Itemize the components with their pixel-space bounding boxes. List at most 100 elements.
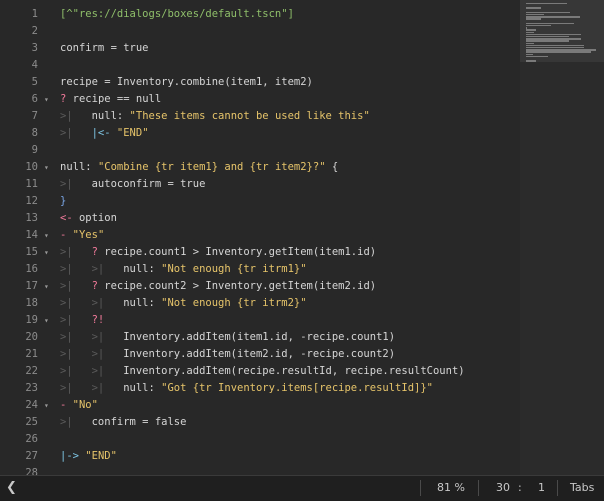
minimap-line [526,31,534,33]
code-token: <- [60,212,79,224]
chevron-left-icon[interactable]: ❮ [6,476,17,500]
code-line[interactable]: 26 [0,431,520,448]
code-line[interactable]: 2 [0,23,520,40]
code-line[interactable]: 1 [^"res://dialogs/boxes/default.tscn"] [0,6,520,23]
code-line[interactable]: 9 [0,142,520,159]
code-line[interactable]: 3 confirm = true [0,40,520,57]
line-number-gutter: 18 [25,297,38,309]
chevron-down-icon[interactable]: ▾ [44,312,49,329]
code-line[interactable]: 25 >| confirm = false [0,414,520,431]
code-token: ? [91,246,105,258]
code-line[interactable]: 5 recipe = Inventory.combine(item1, item2… [0,74,520,91]
chevron-down-icon[interactable]: ▾ [44,278,49,295]
chevron-down-icon[interactable]: ▾ [44,227,49,244]
code-line[interactable]: 24 ▾ - "No" [0,397,520,414]
code-token: "END" [85,450,117,462]
code-token: "No" [72,399,98,411]
code-line[interactable]: 13 <- option [0,210,520,227]
line-number-gutter: 8 [31,127,38,139]
line-number-gutter: 9 [31,144,38,156]
code-line[interactable]: 28 [0,465,520,475]
code-token: >| [60,127,92,139]
code-token: null: [123,263,162,275]
code-line[interactable]: 8 >| |<- "END" [0,125,520,142]
code-token: >| >| [60,365,124,377]
code-text: >| >| null: "Got {tr Inventory.items[rec… [60,380,433,397]
code-line[interactable]: 6 ▾? recipe == null [0,91,520,108]
code-text: >| ?! [60,312,104,329]
line-number-gutter: 15 [25,246,38,258]
code-token: >| >| [60,297,124,309]
status-divider [478,480,479,496]
chevron-down-icon[interactable]: ▾ [44,91,49,108]
minimap-line [526,11,570,14]
code-text: [^"res://dialogs/boxes/default.tscn"] [60,6,294,23]
indentation-mode[interactable]: Tabs [570,476,594,500]
code-text: <- option [60,210,117,227]
code-line[interactable]: 15 ▾ >| ? recipe.count1 > Inventory.getIte… [0,244,520,261]
line-number-gutter: 7 [31,110,38,122]
code-line[interactable]: 7 >| null: "These items cannot be used li… [0,108,520,125]
minimap-line [526,49,596,51]
code-token: "Got {tr Inventory.items[recipe.resultId… [161,382,433,394]
code-text: - "Yes" [60,227,104,244]
zoom-level[interactable]: 81 % [437,476,465,500]
minimap-line [526,60,536,62]
column-number[interactable]: 1 [538,476,545,500]
code-token: } [60,195,67,207]
code-token: >| >| [60,382,124,394]
code-line[interactable]: 17 ▾ >| ? recipe.count2 > Inventory.getIte… [0,278,520,295]
code-line[interactable]: 16 >| >| null: "Not enough {tr itrm1}" [0,261,520,278]
code-line[interactable]: 19 ▾ >| ?! [0,312,520,329]
code-text: >| >| Inventory.addItem(recipe.resultId,… [60,363,465,380]
code-text: >| confirm = false [60,414,186,431]
chevron-down-icon[interactable]: ▾ [44,244,49,261]
chevron-down-icon[interactable]: ▾ [44,159,49,176]
code-token: >| [60,416,92,428]
line-number[interactable]: 30 [496,476,510,500]
line-number-gutter: 23 [25,382,38,394]
position-separator: : [518,481,522,494]
line-number-gutter: 25 [25,416,38,428]
code-line[interactable]: 4 [0,57,520,74]
code-line[interactable]: 11 >| autoconfirm = true [0,176,520,193]
code-token: confirm = false [91,416,187,428]
code-line[interactable]: 14 ▾ - "Yes" [0,227,520,244]
code-editor[interactable]: 1 [^"res://dialogs/boxes/default.tscn"] 2 3… [0,0,520,475]
code-token: recipe.count2 > Inventory.getItem(item2.… [104,280,377,292]
minimap[interactable] [520,0,604,475]
code-line[interactable]: 20 >| >| Inventory.addItem(item1.id, -rec… [0,329,520,346]
code-line[interactable]: 12} [0,193,520,210]
minimap-line [526,36,569,38]
minimap-line [526,29,536,31]
code-token: |-> [60,450,86,462]
code-token: "END" [116,127,149,139]
line-number-gutter: 19 [25,314,38,326]
line-number-gutter: 21 [25,348,38,360]
minimap-line [526,16,580,18]
chevron-down-icon[interactable]: ▾ [44,397,49,414]
code-text: >| |<- "END" [60,125,149,142]
minimap-line [526,47,585,49]
code-text: >| null: "These items cannot be used lik… [60,108,370,125]
code-line[interactable]: 23 >| >| null: "Got {tr Inventory.items[r… [0,380,520,397]
code-line[interactable]: 18 >| >| null: "Not enough {tr itrm2}" [0,295,520,312]
minimap-line [526,55,548,58]
line-number-gutter: 17 [25,280,38,292]
code-line[interactable]: 27 |-> "END" [0,448,520,465]
line-number-gutter: 2 [31,25,38,37]
code-token: >| [60,314,92,326]
line-number-gutter: 14 [25,229,38,241]
code-line[interactable]: 21 >| >| Inventory.addItem(item2.id, -rec… [0,346,520,363]
code-token: option [78,212,117,224]
minimap-line [526,40,569,42]
code-line[interactable]: 22 >| >| Inventory.addItem(recipe.resultI… [0,363,520,380]
minimap-line [526,27,528,29]
line-number-gutter: 5 [31,76,38,88]
code-token: >| [60,110,92,122]
code-line[interactable]: 10 ▾ null: "Combine {tr item1} and {tr ite… [0,159,520,176]
status-bar: ❮ 81 % 30 : 1 Tabs [0,475,604,501]
code-token: "Combine {tr item1} and {tr item2}?" [97,161,326,173]
code-text: ? recipe == null [60,91,161,108]
code-text: >| >| Inventory.addItem(item1.id, -recip… [60,329,395,346]
